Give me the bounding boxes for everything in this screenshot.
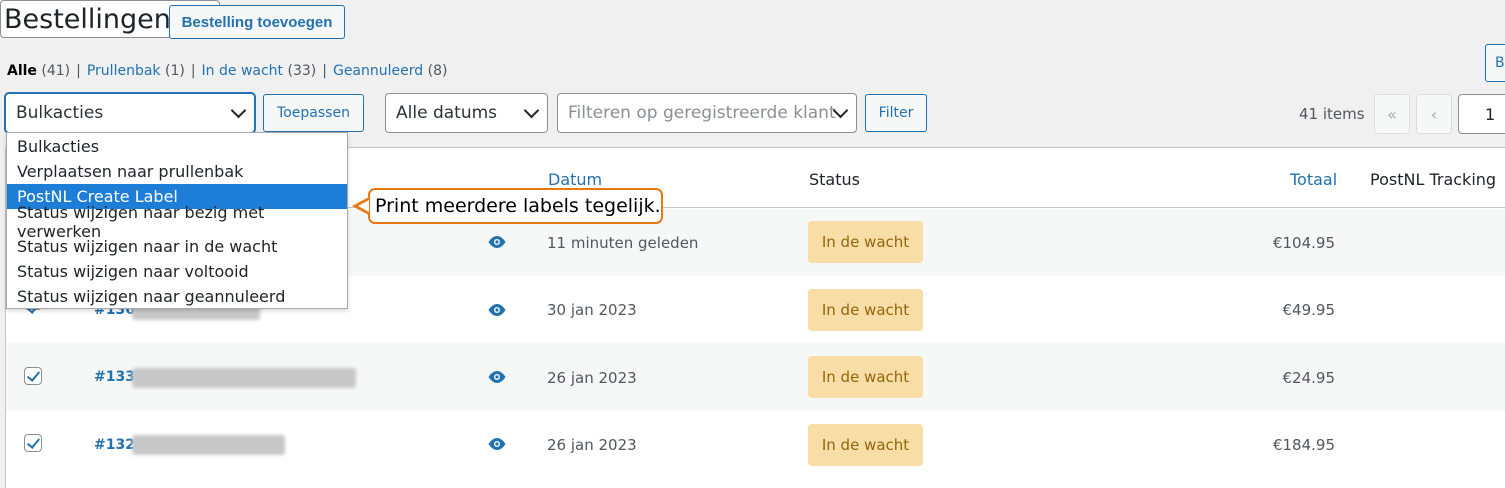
annotation-callout: Print meerdere labels tegelijk. [368, 188, 663, 224]
bulk-actions-select[interactable]: Bulkacties [5, 93, 255, 133]
status-badge: In de wacht [808, 356, 923, 398]
status-badge: In de wacht [808, 289, 923, 331]
view-on-hold-count: (33) [287, 63, 317, 79]
column-header-date[interactable]: Datum [548, 170, 602, 189]
dropdown-option-status-completed[interactable]: Status wijzigen naar voltooid [7, 259, 347, 284]
customer-filter-placeholder: Filteren op geregistreerde klant [568, 103, 836, 123]
view-on-hold-link[interactable]: In de wacht [202, 63, 284, 79]
order-date: 26 jan 2023 [547, 369, 637, 387]
order-total: €104.95 [1272, 234, 1335, 252]
redacted-customer-name [132, 435, 285, 455]
bulk-actions-selected: Bulkacties [16, 103, 104, 123]
order-total: €24.95 [1282, 369, 1336, 387]
dropdown-option-move-to-trash[interactable]: Verplaatsen naar prullenbak [7, 159, 347, 184]
view-filters: Alle (41) | Prullenbak (1) | In de wacht (33… [7, 63, 447, 79]
row-checkbox[interactable] [24, 367, 42, 385]
order-date: 11 minuten geleden [547, 234, 699, 252]
filter-button[interactable]: Filter [865, 94, 927, 132]
current-page-input[interactable]: 1 [1458, 94, 1505, 134]
eye-icon[interactable] [487, 303, 507, 317]
customer-filter-select[interactable]: Filteren op geregistreerde klant [557, 93, 857, 133]
order-total: €49.95 [1282, 301, 1336, 319]
order-number-link[interactable]: #132 [94, 437, 135, 453]
chevron-down-icon [230, 102, 247, 119]
dropdown-option-status-on-hold[interactable]: Status wijzigen naar in de wacht [7, 234, 347, 259]
date-filter-selected: Alle datums [396, 103, 498, 123]
view-all-link[interactable]: Alle [7, 63, 37, 79]
previous-page-button[interactable]: ‹ [1416, 94, 1452, 134]
column-header-postnl-tracking: PostNL Tracking [1370, 170, 1497, 189]
dropdown-option-status-processing[interactable]: Status wijzigen naar bezig met verwerken [7, 203, 347, 241]
separator: | [76, 63, 81, 79]
search-orders-button[interactable]: B [1485, 44, 1505, 82]
dropdown-option-bulk-actions[interactable]: Bulkacties [7, 134, 347, 159]
separator: | [190, 63, 196, 79]
redacted-customer-name [132, 368, 356, 388]
status-badge: In de wacht [808, 221, 923, 263]
eye-icon[interactable] [487, 370, 507, 384]
order-date: 30 jan 2023 [547, 301, 637, 319]
order-date: 26 jan 2023 [547, 436, 637, 454]
column-header-status: Status [809, 170, 860, 189]
view-trash-count: (1) [164, 63, 185, 79]
view-cancelled-count: (8) [427, 63, 448, 79]
view-trash-link[interactable]: Prullenbak [87, 63, 161, 79]
order-number-link[interactable]: #133 [94, 369, 135, 385]
view-all-count: (41) [41, 63, 71, 79]
eye-icon[interactable] [487, 235, 507, 249]
chevron-down-icon [523, 102, 540, 119]
callout-arrow-inner [358, 200, 369, 212]
add-order-button[interactable]: Bestelling toevoegen [169, 5, 345, 39]
status-badge: In de wacht [808, 424, 923, 466]
separator: | [322, 63, 327, 79]
first-page-button[interactable]: « [1374, 94, 1410, 134]
date-filter-select[interactable]: Alle datums [385, 93, 548, 133]
apply-button[interactable]: Toepassen [263, 94, 364, 132]
view-cancelled-link[interactable]: Geannuleerd [333, 63, 423, 79]
items-count: 41 items [1299, 105, 1365, 123]
order-total: €184.95 [1272, 436, 1335, 454]
bulk-actions-dropdown: Bulkacties Verplaatsen naar prullenbak P… [6, 132, 348, 309]
eye-icon[interactable] [487, 437, 507, 451]
page-title: Bestellingen [4, 4, 171, 35]
column-header-total[interactable]: Totaal [1290, 170, 1337, 189]
dropdown-option-status-cancelled[interactable]: Status wijzigen naar geannuleerd [7, 284, 347, 309]
row-checkbox[interactable] [24, 434, 42, 452]
